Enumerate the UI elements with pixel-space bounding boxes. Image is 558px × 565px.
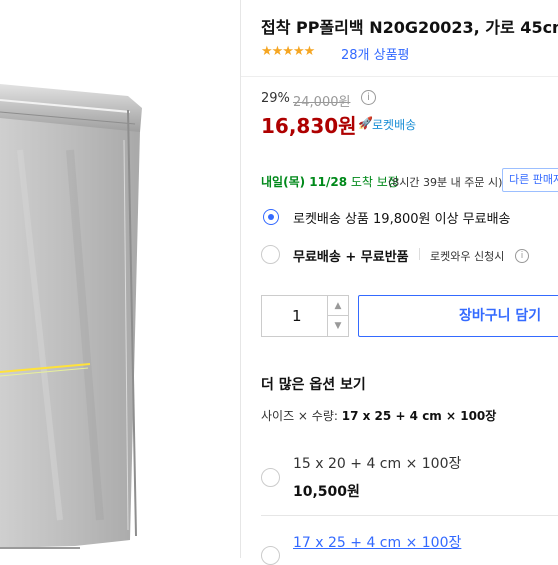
divider: [261, 515, 558, 516]
info-icon[interactable]: i: [515, 249, 529, 263]
quantity-down-button[interactable]: ▼: [328, 316, 349, 337]
order-deadline: (8시간 39분 내 주문 시): [388, 176, 503, 189]
original-price: 24,000원: [293, 95, 351, 110]
delivery-date: 내일(목) 11/28: [261, 175, 348, 189]
rating-stars: ★★★★★: [261, 44, 315, 59]
review-count-link[interactable]: 28개 상품평: [341, 44, 410, 63]
product-title: 접착 PP폴리백 N20G20023, 가로 45cm: [261, 18, 558, 37]
add-to-cart-button[interactable]: 장바구니 담기: [358, 295, 558, 337]
discount-rate: 29%: [261, 91, 290, 106]
option-radio-2[interactable]: [261, 546, 280, 565]
more-options-title: 더 많은 옵션 보기: [261, 377, 366, 393]
shipping-radio-free[interactable]: [261, 245, 280, 264]
rocket-icon: 🚀: [358, 116, 373, 130]
selected-option-label: 사이즈 × 수량:: [261, 409, 338, 423]
rocket-delivery-label: 로켓배송: [372, 118, 417, 132]
separator: [419, 248, 420, 260]
delivery-estimate: 내일(목) 11/28 도착 보장: [261, 173, 399, 190]
option-radio-1[interactable]: [261, 468, 280, 487]
rocket-wow-note: 로켓와우 신청시: [430, 250, 505, 263]
selected-option-summary: 사이즈 × 수량: 17 x 25 + 4 cm × 100장: [261, 407, 496, 424]
selected-option-value: 17 x 25 + 4 cm × 100장: [341, 409, 497, 423]
option-item-size-selected[interactable]: 17 x 25 + 4 cm × 100장: [293, 532, 461, 552]
shipping-option-rocket-label: 로켓배송 상품 19,800원 이상 무료배송: [293, 212, 511, 227]
divider: [241, 76, 558, 77]
info-icon[interactable]: i: [361, 90, 376, 105]
shipping-option-free-label: 무료배송 + 무료반품: [293, 250, 409, 265]
product-image[interactable]: [0, 0, 240, 558]
quantity-up-button[interactable]: ▲: [328, 295, 349, 316]
quantity-input[interactable]: 1: [261, 295, 328, 337]
option-item-size[interactable]: 15 x 20 + 4 cm × 100장: [293, 453, 461, 473]
product-detail-panel: 접착 PP폴리백 N20G20023, 가로 45cm ★★★★★ 28개 상품…: [241, 0, 558, 565]
option-item-price: 10,500원: [293, 484, 360, 500]
sale-price: 16,830원: [261, 114, 357, 138]
other-sellers-button[interactable]: 다른 판매자: [502, 168, 558, 192]
poly-bag-image: [0, 84, 142, 549]
shipping-radio-rocket[interactable]: [263, 209, 279, 225]
